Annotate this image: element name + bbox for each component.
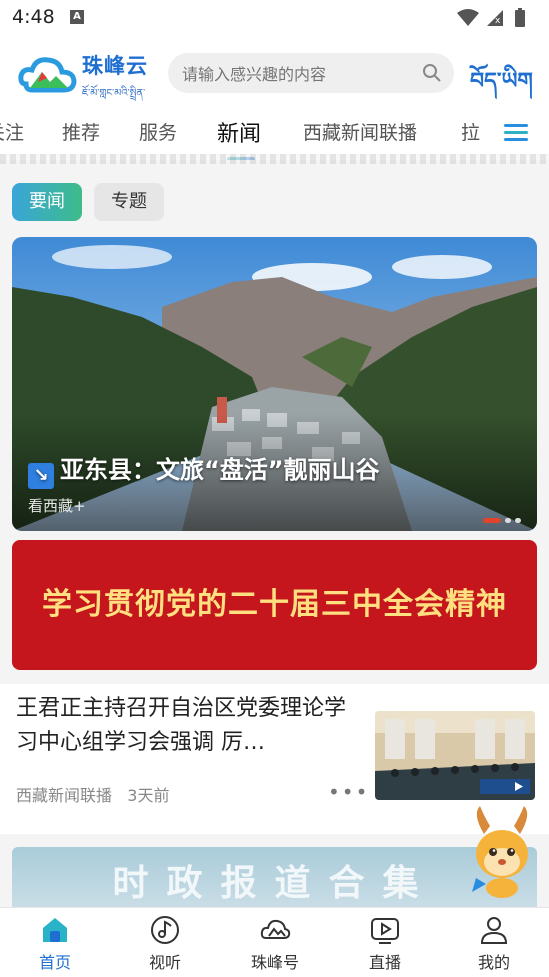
politics-report-text: 时政报道合集: [112, 863, 437, 904]
mascot-icon[interactable]: [462, 804, 542, 903]
more-options-icon[interactable]: •••: [328, 780, 369, 804]
tab-service[interactable]: 服务: [139, 118, 177, 145]
carousel-dot-active: [483, 518, 501, 523]
nav-mine[interactable]: 我的: [439, 908, 549, 977]
hero-source: 看西藏+: [28, 497, 86, 515]
notification-a-icon: A: [70, 10, 84, 24]
tab-news[interactable]: 新闻: [217, 116, 261, 148]
battery-icon: [515, 8, 525, 27]
tab-recommend[interactable]: 推荐: [62, 118, 100, 145]
wifi-icon: [457, 9, 479, 26]
tab-follow[interactable]: 关注: [0, 118, 24, 145]
news-time: 3天前: [127, 786, 170, 805]
subtab-topics[interactable]: 专题: [94, 183, 164, 221]
study-banner[interactable]: 学习贯彻党的二十届三中全会精神: [12, 540, 537, 670]
app-logo-icon: [18, 54, 78, 96]
nav-home[interactable]: 首页: [0, 908, 110, 977]
news-thumbnail: [375, 711, 535, 800]
hero-title-text: 亚东县：文旅“盘活”靓丽山谷: [60, 456, 380, 484]
hero-title[interactable]: ↘ 亚东县：文旅“盘活”靓丽山谷: [28, 450, 380, 489]
bottom-nav: 首页 视听 珠峰号 直播 我的: [0, 907, 549, 977]
status-icons: x: [455, 7, 535, 33]
app-name: 珠峰云: [82, 54, 148, 78]
nav-zhufeng[interactable]: 珠峰号: [220, 908, 330, 977]
nav-media-label: 视听: [148, 953, 181, 972]
nav-mine-label: 我的: [477, 953, 510, 972]
subtab-headlines[interactable]: 要闻: [12, 183, 82, 221]
carousel-dot: [505, 518, 511, 523]
nav-media[interactable]: 视听: [110, 908, 220, 977]
politics-report-banner[interactable]: 时政报道合集: [12, 847, 537, 907]
nav-live[interactable]: 直播: [330, 908, 440, 977]
hero-carousel[interactable]: ↘ 亚东县：文旅“盘活”靓丽山谷 看西藏+: [12, 237, 537, 531]
news-source: 西藏新闻联播: [16, 786, 113, 805]
carousel-dots: [479, 510, 521, 529]
tab-tibet-news[interactable]: 西藏新闻联播: [303, 118, 417, 145]
channel-tabs: 关注 推荐 服务 新闻 西藏新闻联播 拉: [0, 108, 549, 160]
nav-zhufeng-label: 珠峰号: [250, 953, 299, 972]
news-meta: 西藏新闻联播 3天前: [16, 782, 169, 806]
app-header: 珠峰云 ཇོ་མོ་གླང་མའི་སྤྲིན་ བོད་ཡིག: [0, 36, 549, 108]
music-note-icon: [149, 914, 181, 946]
nav-home-label: 首页: [38, 953, 71, 972]
carousel-dot: [515, 518, 521, 523]
search-input[interactable]: [168, 53, 414, 95]
status-time: 4:48: [12, 6, 55, 28]
news-title: 王君正主持召开自治区党委理论学习中心组学习会强调 厉…: [16, 696, 347, 755]
decorative-pattern: [0, 154, 549, 164]
search-icon[interactable]: [422, 63, 442, 87]
study-banner-text: 学习贯彻党的二十届三中全会精神: [42, 587, 507, 622]
app-title: 珠峰云 ཇོ་མོ་གླང་མའི་སྤྲིན་: [82, 50, 148, 110]
nav-live-label: 直播: [368, 953, 401, 972]
status-bar: 4:48 A x: [0, 0, 549, 36]
svg-text:x: x: [495, 16, 501, 26]
tab-lhasa[interactable]: 拉: [461, 118, 480, 145]
channel-menu-icon[interactable]: [504, 122, 530, 148]
play-icon: [369, 914, 401, 946]
user-icon: [478, 914, 510, 946]
home-icon: [39, 914, 71, 946]
search-bar[interactable]: [168, 53, 454, 95]
cloud-icon: [259, 914, 291, 946]
app-name-tibetan: ཇོ་མོ་གླང་མའི་སྤྲིན་: [82, 88, 146, 99]
arrow-icon: ↘: [28, 463, 54, 489]
signal-icon: x: [487, 10, 503, 26]
